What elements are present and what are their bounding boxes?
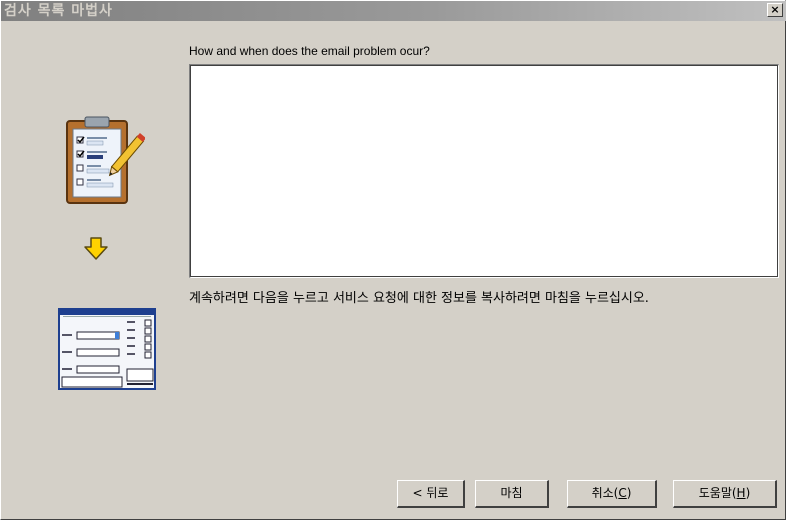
question-label: How and when does the email problem ocur… [189,44,430,58]
finish-button[interactable]: 마침 [475,480,549,508]
close-button[interactable]: × [767,3,783,17]
cancel-label: 취소( [591,486,619,500]
form-window-icon [58,308,156,390]
instruction-text: 계속하려면 다음을 누르고 서비스 요청에 대한 정보를 복사하려면 마침을 누… [189,291,649,306]
down-arrow-icon [84,237,108,260]
help-button[interactable]: 도움말(H) [673,480,777,508]
close-icon: × [770,3,780,16]
cancel-button[interactable]: 취소(C) [567,480,657,508]
back-button[interactable]: < 뒤로 [397,480,465,508]
window-title: 검사 목록 마법사 [4,3,113,19]
title-bar[interactable]: 검사 목록 마법사 × [1,1,786,21]
wizard-window: 검사 목록 마법사 × How and when does the email … [0,0,786,520]
help-label-suffix: ) [745,486,751,500]
answer-textarea[interactable] [189,64,779,278]
cancel-label-suffix: ) [626,486,632,500]
cancel-accelerator: C [618,486,627,500]
help-accelerator: H [736,486,746,500]
help-label: 도움말( [698,486,737,500]
clipboard-checklist-icon [66,116,145,204]
